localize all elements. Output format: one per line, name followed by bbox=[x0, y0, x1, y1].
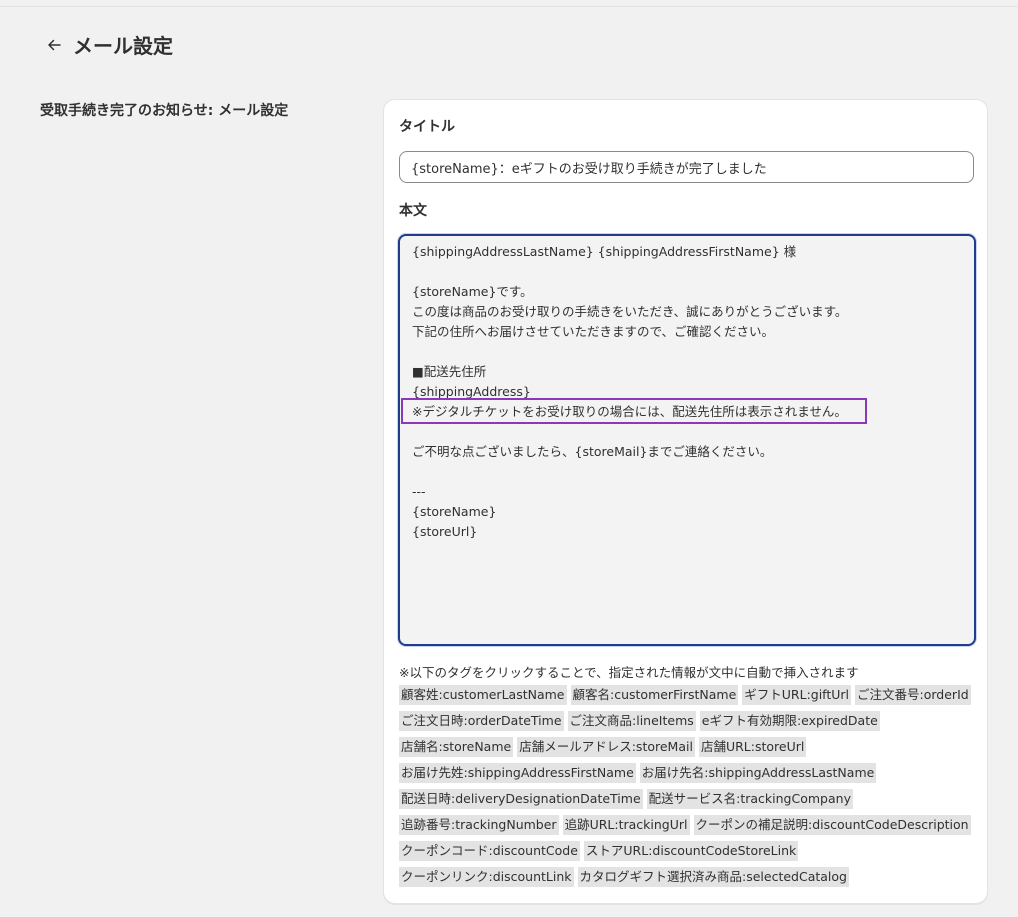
back-button[interactable] bbox=[44, 31, 64, 59]
insert-tag-button[interactable]: 顧客姓:customerLastName bbox=[399, 685, 567, 705]
top-divider bbox=[0, 6, 1018, 7]
tag-hint: ※以下のタグをクリックすることで、指定された情報が文中に自動で挿入されます bbox=[399, 665, 859, 680]
body-line: ご不明な点ございましたら、{storeMail}までご連絡ください。 bbox=[412, 444, 773, 459]
page-title: メール設定 bbox=[73, 34, 173, 58]
body-label: 本文 bbox=[399, 203, 427, 219]
body-line bbox=[412, 262, 962, 282]
email-settings-card: タイトル {storeName}：eギフトのお受け取り手続きが完了しました 本文… bbox=[383, 99, 988, 904]
tag-row: お届け先姓:shippingAddressFirstName お届け先名:ship… bbox=[399, 760, 984, 786]
insert-tag-button[interactable]: 顧客名:customerFirstName bbox=[570, 685, 739, 705]
body-text: {shippingAddressLastName} {shippingAddre… bbox=[412, 242, 962, 542]
body-line bbox=[412, 422, 962, 442]
insert-tag-button[interactable]: ご注文商品:lineItems bbox=[567, 711, 696, 731]
insert-tag-button[interactable]: 配送サービス名:trackingCompany bbox=[646, 789, 853, 809]
arrow-left-icon bbox=[48, 39, 61, 50]
insert-tag-button[interactable]: カタログギフト選択済み商品:selectedCatalog bbox=[577, 867, 849, 887]
body-line: {shippingAddress} bbox=[412, 384, 531, 399]
insert-tag-button[interactable]: 店舗メールアドレス:storeMail bbox=[517, 737, 695, 757]
tag-row: 店舗名:storeName 店舗メールアドレス:storeMail 店舗URL:st… bbox=[399, 734, 984, 760]
insert-tag-button[interactable]: クーポンコード:discountCode bbox=[399, 841, 580, 861]
body-textarea[interactable]: {shippingAddressLastName} {shippingAddre… bbox=[398, 234, 976, 646]
body-line: ※デジタルチケットをお受け取りの場合には、配送先住所は表示されません。 bbox=[412, 404, 847, 419]
insert-tag-button[interactable]: ギフトURL:giftUrl bbox=[742, 685, 852, 705]
body-line: --- bbox=[412, 484, 426, 499]
insert-tag-button[interactable]: 店舗URL:storeUrl bbox=[698, 737, 807, 757]
tag-row: 顧客姓:customerLastName 顧客名:customerFirstNam… bbox=[399, 682, 984, 708]
body-line bbox=[412, 342, 962, 362]
body-line: この度は商品のお受け取りの手続きをいただき、誠にありがとうございます。 bbox=[412, 304, 848, 319]
body-line: 下記の住所へお届けさせていただきますので、ご確認ください。 bbox=[412, 324, 775, 339]
tag-list: 顧客姓:customerLastName 顧客名:customerFirstNam… bbox=[399, 682, 984, 890]
page-header: メール設定 bbox=[44, 30, 173, 59]
insert-tag-button[interactable]: ご注文番号:orderId bbox=[855, 685, 971, 705]
body-line bbox=[412, 462, 962, 482]
body-line: {storeName}です。 bbox=[412, 284, 533, 299]
insert-tag-button[interactable]: 配送日時:deliveryDesignationDateTime bbox=[399, 789, 643, 809]
insert-tag-button[interactable]: クーポンリンク:discountLink bbox=[399, 867, 574, 887]
tag-row: 追跡番号:trackingNumber 追跡URL:trackingUrl クーポン… bbox=[399, 812, 984, 838]
tag-row: 配送日時:deliveryDesignationDateTime 配送サービス名:… bbox=[399, 786, 984, 812]
body-line: {storeUrl} bbox=[412, 524, 478, 539]
insert-tag-button[interactable]: eギフト有効期限:expiredDate bbox=[699, 711, 880, 731]
title-label: タイトル bbox=[399, 119, 455, 135]
body-line: {shippingAddressLastName} {shippingAddre… bbox=[412, 244, 797, 259]
insert-tag-button[interactable]: 店舗名:storeName bbox=[399, 737, 514, 757]
insert-tag-button[interactable]: 追跡URL:trackingUrl bbox=[562, 815, 690, 835]
tag-row: クーポンコード:discountCode ストアURL:discountCodeS… bbox=[399, 838, 984, 864]
insert-tag-button[interactable]: お届け先名:shippingAddressLastName bbox=[639, 763, 877, 783]
title-input[interactable]: {storeName}：eギフトのお受け取り手続きが完了しました bbox=[399, 151, 974, 183]
section-label: 受取手続き完了のお知らせ: メール設定 bbox=[40, 103, 289, 119]
insert-tag-button[interactable]: クーポンの補足説明:discountCodeDescription bbox=[693, 815, 971, 835]
body-line: {storeName} bbox=[412, 504, 497, 519]
insert-tag-button[interactable]: ストアURL:discountCodeStoreLink bbox=[583, 841, 799, 861]
body-line: ■配送先住所 bbox=[412, 364, 487, 379]
insert-tag-button[interactable]: お届け先姓:shippingAddressFirstName bbox=[399, 763, 636, 783]
tag-row: クーポンリンク:discountLink カタログギフト選択済み商品:select… bbox=[399, 864, 984, 890]
insert-tag-button[interactable]: 追跡番号:trackingNumber bbox=[399, 815, 559, 835]
tag-row: ご注文日時:orderDateTime ご注文商品:lineItems eギフト有効… bbox=[399, 708, 984, 734]
insert-tag-button[interactable]: ご注文日時:orderDateTime bbox=[399, 711, 564, 731]
